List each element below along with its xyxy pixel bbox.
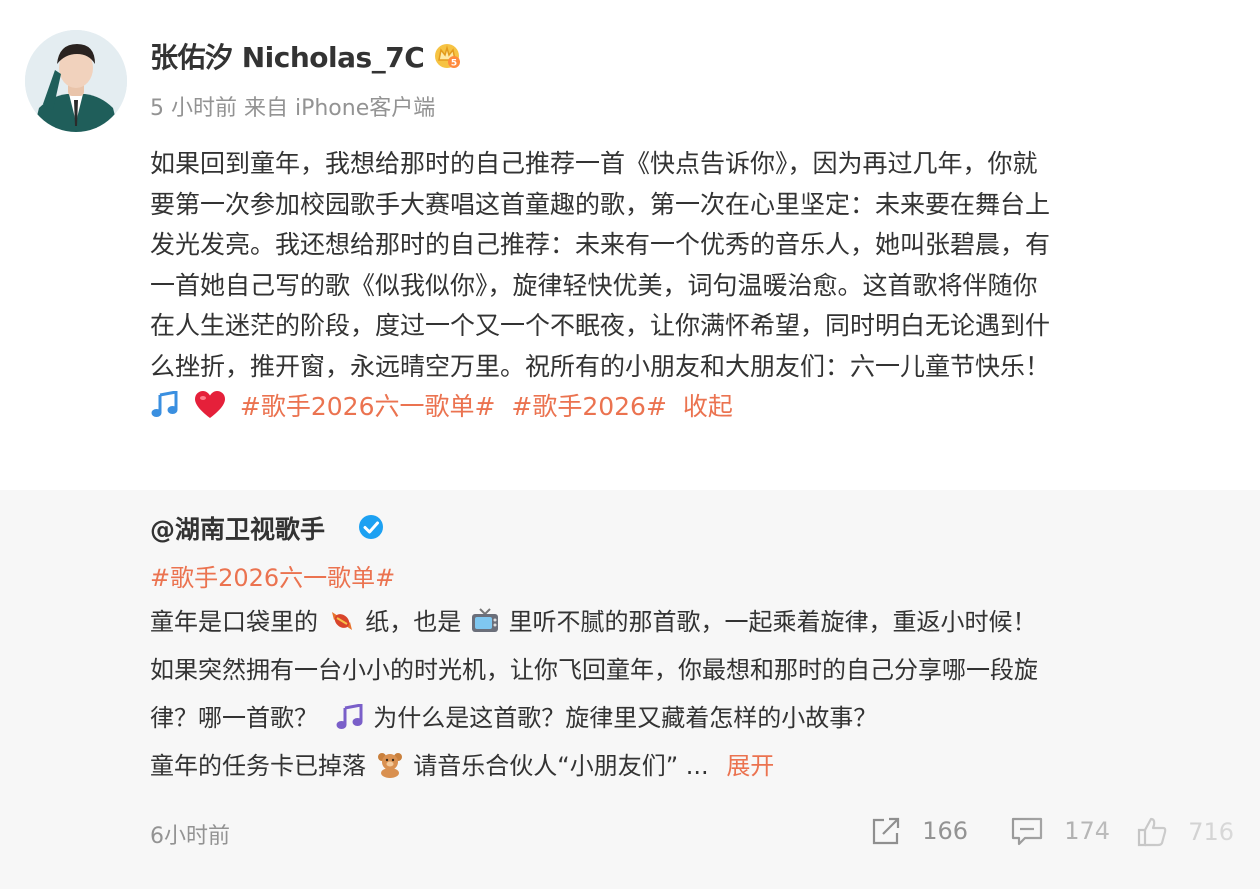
repost-icon bbox=[873, 817, 900, 845]
repost-time: 6小时前 bbox=[150, 824, 230, 849]
like-count: 716 bbox=[1188, 818, 1234, 846]
repost-card[interactable]: @湖南卫视歌手 #歌手2026六一歌单# 童年是口袋里的 纸，也是 里听不腻的那… bbox=[0, 490, 1260, 889]
post-line: 一首她自己写的歌《似我似你》，旋律轻快优美，词句温暖治愈。这首歌将伴随你 bbox=[150, 270, 1038, 300]
text-segment: 纸，也是 bbox=[365, 608, 462, 636]
repost-line: 童年的任务卡已掉落 请音乐合伙人“小朋友们” ... 展开 bbox=[150, 742, 1230, 790]
hashtag-link[interactable]: #歌手2026六一歌单# bbox=[240, 392, 496, 421]
tags-line: #歌手2026六一歌单# #歌手2026# 收起 bbox=[150, 387, 1240, 428]
collapse-link[interactable]: 收起 bbox=[683, 392, 733, 421]
post-line: 发光发亮。我还想给那时的自己推荐：未来有一个优秀的音乐人，她叫张碧晨，有 bbox=[150, 230, 1051, 259]
post-line: 么挫折，推开窗，永远晴空万里。祝所有的小朋友和大朋友们：六一儿童节快乐！ bbox=[150, 351, 1051, 381]
like-button[interactable]: 716 bbox=[1136, 816, 1234, 848]
repost-line: 律？哪一首歌？ 为什么是这首歌？旋律里又藏着怎样的小故事？ bbox=[150, 694, 1230, 742]
text-segment: 律？哪一首歌？ bbox=[150, 704, 318, 732]
candy-icon bbox=[331, 612, 352, 630]
post-body: 如果回到童年，我想给那时的自己推荐一首《快点告诉你》，因为再过几年，你就 要第一… bbox=[150, 144, 1240, 428]
text-segment: 里听不腻的那首歌，一起乘着旋律，重返小时候！ bbox=[508, 608, 1037, 636]
comment-icon bbox=[1012, 817, 1043, 846]
repost-author[interactable]: @湖南卫视歌手 bbox=[150, 510, 325, 546]
text-segment: 童年的任务卡已掉落 bbox=[150, 752, 366, 780]
repost-line: 童年是口袋里的 纸，也是 里听不腻的那首歌，一起乘着旋律，重返小时候！ bbox=[150, 598, 1230, 646]
text-segment: 童年是口袋里的 bbox=[150, 608, 318, 636]
repost-button[interactable]: 166 bbox=[870, 816, 968, 846]
comment-button[interactable]: 174 bbox=[1010, 816, 1110, 846]
heart-icon bbox=[194, 391, 225, 418]
verified-icon bbox=[359, 515, 383, 539]
comment-count: 174 bbox=[1064, 817, 1110, 845]
hashtag-link[interactable]: #歌手2026六一歌单# bbox=[150, 558, 395, 593]
author-name[interactable]: 张佑汐 Nicholas_7C bbox=[150, 36, 425, 76]
music-note-icon bbox=[336, 704, 363, 729]
tv-icon bbox=[471, 608, 498, 632]
repost-body: 童年是口袋里的 纸，也是 里听不腻的那首歌，一起乘着旋律，重返小时候！ 如果突然… bbox=[150, 598, 1230, 790]
music-note-icon bbox=[151, 391, 178, 417]
post-meta: 5 小时前 来自 iPhone客户端 bbox=[150, 96, 436, 121]
post-line: 在人生迷茫的阶段，度过一个又一个不眠夜，让你满怀希望，同时明白无论遇到什 bbox=[150, 311, 1051, 340]
teddy-bear-icon bbox=[377, 753, 402, 778]
expand-link[interactable]: 展开 bbox=[726, 752, 774, 780]
repost-count: 166 bbox=[922, 817, 968, 845]
post-line: 要第一次参加校园歌手大赛唱这首童趣的歌，第一次在心里坚定：未来要在舞台上 bbox=[150, 189, 1051, 219]
avatar[interactable] bbox=[25, 30, 127, 132]
text-segment: 请音乐合伙人“小朋友们” ... bbox=[413, 752, 709, 780]
like-icon bbox=[1138, 817, 1167, 847]
repost-line: 如果突然拥有一台小小的时光机，让你飞回童年，你最想和那时的自己分享哪一段旋 bbox=[150, 656, 1038, 684]
text-segment: 为什么是这首歌？旋律里又藏着怎样的小故事？ bbox=[373, 704, 878, 732]
crown-icon: 5 bbox=[435, 44, 460, 69]
svg-text:5: 5 bbox=[451, 59, 457, 69]
hashtag-link[interactable]: #歌手2026# bbox=[511, 392, 667, 421]
post-line: 如果回到童年，我想给那时的自己推荐一首《快点告诉你》，因为再过几年，你就 bbox=[150, 149, 1038, 178]
